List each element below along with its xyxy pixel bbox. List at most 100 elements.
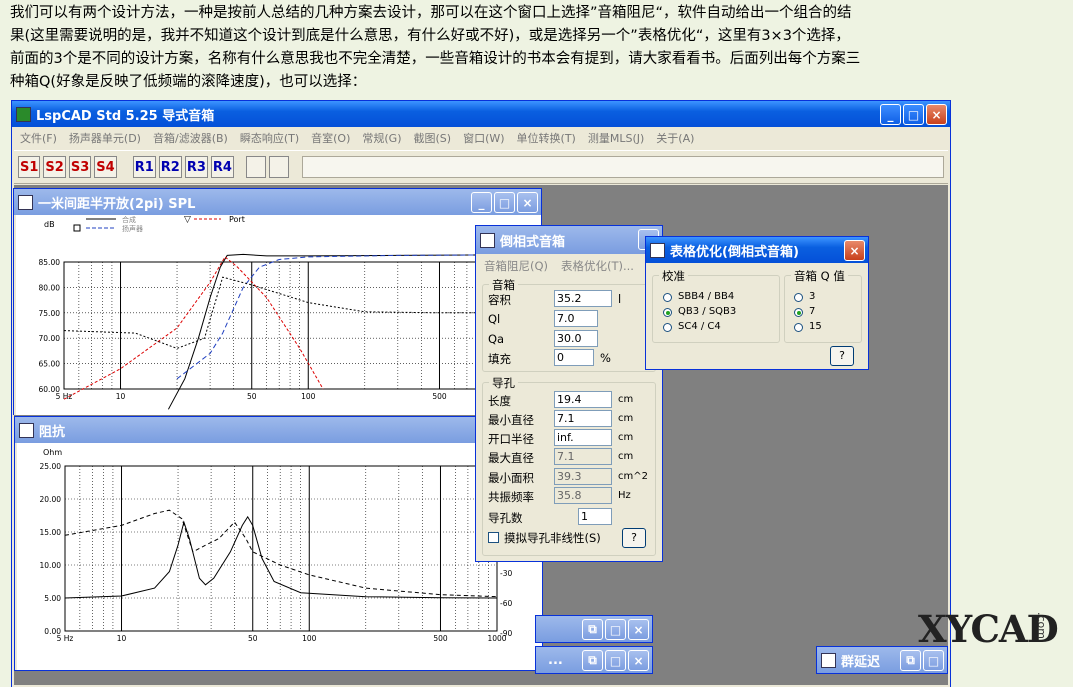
bass-reflex-help-button[interactable]: ? bbox=[622, 528, 646, 548]
impedance-window: 阻抗 Ohm 25.00 20.00 15.00 10.00 5.00 0.00 5 Hz… bbox=[14, 416, 543, 671]
q-radio-7[interactable] bbox=[794, 308, 803, 317]
legend-sum-label: 合成 bbox=[122, 215, 136, 224]
length-label: 长度 bbox=[488, 394, 511, 408]
maximize-button-3[interactable]: □ bbox=[923, 650, 944, 671]
volume-field[interactable]: 35.2 bbox=[554, 290, 612, 307]
spl-close-button[interactable]: × bbox=[517, 192, 538, 213]
port-count-field[interactable]: 1 bbox=[578, 508, 612, 525]
q-radio-3[interactable] bbox=[794, 293, 803, 302]
s3-button[interactable]: S3 bbox=[68, 156, 92, 178]
chart-icon bbox=[19, 422, 34, 438]
spl-driver-curve bbox=[176, 254, 497, 380]
menu-screenshot[interactable]: 截图(S) bbox=[414, 130, 452, 146]
intro-text: 我们可以有两个设计方法，一种是按前人总结的几种方案去设计，那可以在这个窗口上选择… bbox=[10, 2, 1068, 94]
menu-room[interactable]: 音室(O) bbox=[311, 130, 350, 146]
alignment-radio-sc4[interactable] bbox=[663, 323, 672, 332]
minimized-window-2[interactable]: ... ⧉ □ × bbox=[535, 646, 653, 674]
length-field[interactable]: 19.4 bbox=[554, 391, 612, 408]
resonance-unit: Hz bbox=[618, 490, 631, 501]
menu-about[interactable]: 关于(A) bbox=[656, 130, 694, 146]
y-tick-label: 15.00 bbox=[40, 528, 62, 537]
main-title-bar[interactable]: LspCAD Std 5.25 导式音箱 _ □ × bbox=[12, 101, 950, 127]
spl-maximize-button[interactable]: □ bbox=[494, 192, 515, 213]
menu-mls[interactable]: 测量MLS(J) bbox=[588, 130, 644, 146]
r2-button[interactable]: R2 bbox=[158, 156, 182, 178]
chart-icon bbox=[821, 652, 836, 668]
volume-unit: l bbox=[618, 292, 622, 306]
toolbar-status-field bbox=[301, 156, 944, 178]
minimize-button[interactable]: _ bbox=[880, 104, 901, 125]
q-option-15: 15 bbox=[809, 321, 822, 332]
s1-button[interactable]: S1 bbox=[18, 156, 41, 178]
table-opt-title-bar[interactable]: 表格优化(倒相式音箱) × bbox=[646, 237, 868, 263]
r3-button[interactable]: R3 bbox=[184, 156, 208, 178]
optimizer-tool-icon[interactable] bbox=[245, 156, 266, 178]
spl-y-unit: dB bbox=[44, 220, 55, 229]
menu-box-filter[interactable]: 音箱/滤波器(B) bbox=[153, 130, 228, 146]
box-q-group-title: 音箱 Q 值 bbox=[791, 268, 848, 284]
alignment-option-sc4: SC4 / C4 bbox=[678, 321, 721, 332]
r4-button[interactable]: R4 bbox=[210, 156, 234, 178]
resonance-label: 共振频率 bbox=[488, 490, 534, 504]
bass-reflex-title-bar[interactable]: 倒相式音箱 × bbox=[476, 226, 662, 254]
maximize-button-2[interactable]: □ bbox=[605, 650, 626, 671]
maximize-button-1[interactable]: □ bbox=[605, 619, 626, 640]
flare-radius-field[interactable]: inf. bbox=[554, 429, 612, 446]
menu-transient[interactable]: 瞬态响应(T) bbox=[240, 130, 299, 146]
intro-line-3: 前面的3个是不同的设计方案，名称有什么意思我也不完全清楚，一些音箱设计的书本会有… bbox=[10, 51, 861, 67]
x-tick-label: 5 Hz bbox=[57, 634, 74, 643]
menu-general[interactable]: 常规(G) bbox=[362, 130, 401, 146]
ql-field[interactable]: 7.0 bbox=[554, 310, 598, 327]
port-count-label: 导孔数 bbox=[488, 511, 523, 525]
minimized-window-1[interactable]: ⧉ □ × bbox=[535, 615, 653, 643]
max-diameter-unit: cm bbox=[618, 451, 634, 462]
q-option-3: 3 bbox=[809, 291, 816, 302]
right-tick-label: -60 bbox=[500, 599, 512, 608]
close-button[interactable]: × bbox=[926, 104, 947, 125]
menu-window[interactable]: 窗口(W) bbox=[463, 130, 504, 146]
close-button-1[interactable]: × bbox=[628, 619, 649, 640]
impedance-title-bar[interactable]: 阻抗 bbox=[15, 417, 542, 443]
min-area-field: 39.3 bbox=[554, 468, 612, 485]
fill-field[interactable]: 0 bbox=[554, 349, 594, 366]
bass-reflex-dialog: 倒相式音箱 × 音箱阻尼(Q) 表格优化(T)... 音箱 容积 35.2 l … bbox=[475, 225, 663, 562]
s2-button[interactable]: S2 bbox=[43, 156, 66, 178]
alignment-option-qb3: QB3 / SQB3 bbox=[678, 306, 737, 317]
menu-file[interactable]: 文件(F) bbox=[20, 130, 57, 146]
spl-title-bar[interactable]: 一米间距半开放(2pi) SPL _ □ × bbox=[14, 189, 541, 215]
alignment-radio-qb3[interactable] bbox=[663, 308, 672, 317]
plot-frame bbox=[64, 465, 498, 632]
box-menu-table-opt[interactable]: 表格优化(T)... bbox=[561, 258, 634, 274]
spl-minimize-button[interactable]: _ bbox=[471, 192, 492, 213]
q-radio-15[interactable] bbox=[794, 323, 803, 332]
r1-button[interactable]: R1 bbox=[132, 156, 156, 178]
y-tick-label: 10.00 bbox=[40, 561, 62, 570]
alignment-radio-sbb4[interactable] bbox=[663, 293, 672, 302]
spl-window-title: 一米间距半开放(2pi) SPL bbox=[38, 196, 196, 212]
chart-icon bbox=[18, 194, 33, 210]
nonlinear-checkbox[interactable] bbox=[488, 532, 499, 543]
bass-reflex-title: 倒相式音箱 bbox=[500, 234, 566, 250]
close-button-2[interactable]: × bbox=[628, 650, 649, 671]
box-menu-damping[interactable]: 音箱阻尼(Q) bbox=[484, 258, 548, 274]
maximize-button[interactable]: □ bbox=[903, 104, 924, 125]
min-diameter-field[interactable]: 7.1 bbox=[554, 410, 612, 427]
menu-unit-convert[interactable]: 单位转换(T) bbox=[517, 130, 576, 146]
menu-drivers[interactable]: 扬声器单元(D) bbox=[69, 130, 141, 146]
table-opt-close-button[interactable]: × bbox=[844, 240, 865, 261]
qa-field[interactable]: 30.0 bbox=[554, 330, 598, 347]
restore-button-3[interactable]: ⧉ bbox=[900, 650, 921, 671]
flare-radius-unit: cm bbox=[618, 432, 634, 443]
y-tick-label: 70.00 bbox=[39, 334, 61, 343]
y-tick-label: 75.00 bbox=[39, 309, 61, 318]
right-tick-label: -90 bbox=[500, 629, 512, 638]
spl-sum-curve bbox=[167, 253, 497, 410]
table-opt-help-button[interactable]: ? bbox=[830, 346, 854, 366]
restore-button-2[interactable]: ⧉ bbox=[582, 650, 603, 671]
report-tool-icon[interactable] bbox=[268, 156, 289, 178]
qa-label: Qa bbox=[488, 332, 505, 346]
s4-button[interactable]: S4 bbox=[94, 156, 117, 178]
restore-button-1[interactable]: ⧉ bbox=[582, 619, 603, 640]
right-tick-label: -30 bbox=[500, 569, 512, 578]
y-tick-label: 5.00 bbox=[44, 594, 61, 603]
